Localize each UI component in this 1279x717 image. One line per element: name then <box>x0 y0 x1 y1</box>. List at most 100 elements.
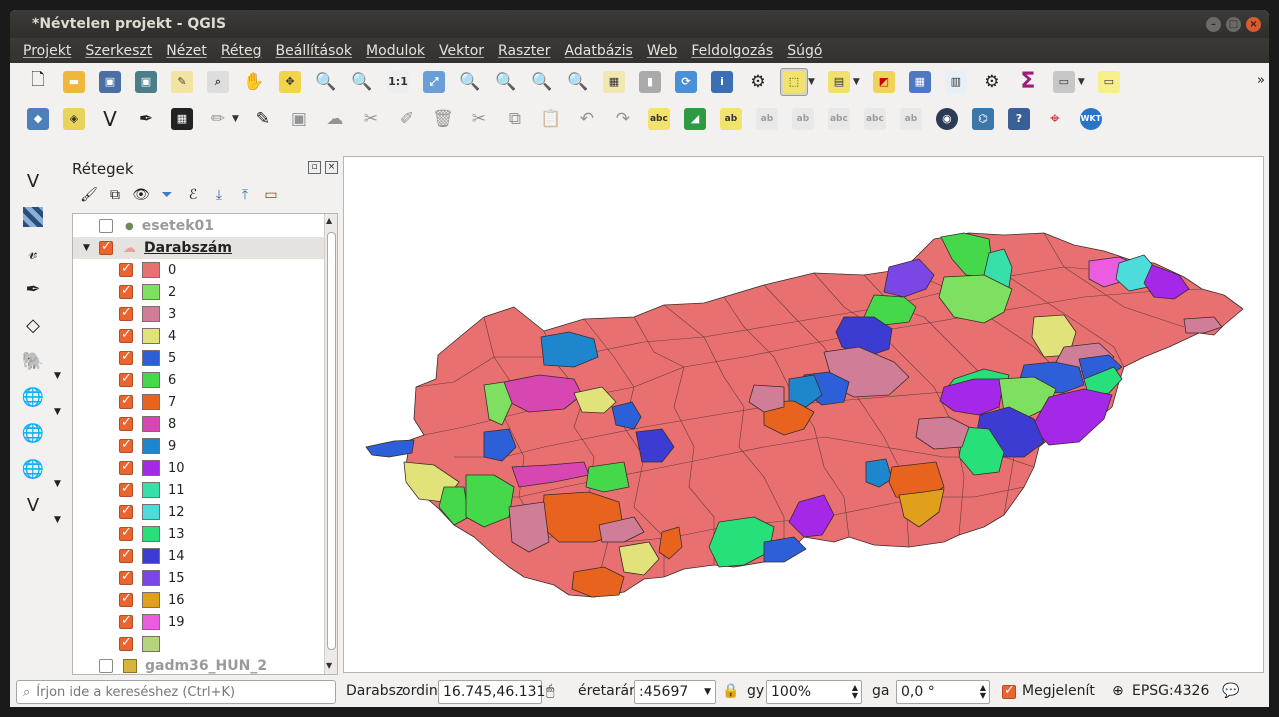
messages-icon[interactable]: 💬 <box>1222 683 1239 699</box>
coordinate-field[interactable]: 16.745,46.131 <box>438 680 545 704</box>
class-visibility-checkbox[interactable] <box>119 569 133 585</box>
delete-selected-icon[interactable]: 🗑 <box>429 105 457 133</box>
help-icon[interactable]: ? <box>1005 105 1033 133</box>
open-project-icon[interactable]: ▬ <box>60 68 88 96</box>
legend-class-row[interactable]: 7 <box>73 391 325 413</box>
add-group-icon[interactable]: ⧉ <box>104 187 126 203</box>
save-as-icon[interactable]: ▣ <box>132 68 160 96</box>
menu-feldolgozas[interactable]: Feldolgozás <box>684 43 780 59</box>
class-visibility-checkbox[interactable] <box>119 503 133 519</box>
chevron-down-icon[interactable]: ▼ <box>853 77 860 87</box>
legend-class-row[interactable]: 16 <box>73 589 325 611</box>
crs-label[interactable]: EPSG:4326 <box>1132 683 1209 699</box>
expand-toggle-icon[interactable]: ▼ <box>83 243 99 253</box>
class-visibility-checkbox[interactable] <box>119 591 133 607</box>
legend-class-row[interactable]: 11 <box>73 479 325 501</box>
coordinate-capture-icon[interactable]: ⌖ <box>1041 105 1069 133</box>
legend-class-row[interactable]: 6 <box>73 369 325 391</box>
layer-row[interactable]: ● esetek01 <box>73 215 325 237</box>
render-checkbox[interactable] <box>1002 683 1016 699</box>
close-panel-button[interactable]: × <box>325 161 338 174</box>
add-postgis-layer-icon[interactable]: 🐘 <box>18 347 48 375</box>
attribute-table-icon[interactable]: ▤ <box>825 68 853 96</box>
class-visibility-checkbox[interactable] <box>119 349 133 365</box>
zoom-to-selection-icon[interactable]: 🔍 <box>456 68 484 96</box>
action-icon[interactable]: ⚙ <box>744 68 772 96</box>
paste-features-icon[interactable]: 📋 <box>537 105 565 133</box>
float-panel-button[interactable]: ▫ <box>308 161 321 174</box>
class-visibility-checkbox[interactable] <box>119 437 133 453</box>
class-visibility-checkbox[interactable] <box>119 327 133 343</box>
rotation-field[interactable]: 0,0 ° ▲ ▼ <box>896 680 990 704</box>
filter-legend-icon[interactable]: ⏷ <box>156 187 178 203</box>
chevron-down-icon[interactable]: ▼ <box>232 114 239 124</box>
filter-expression-icon[interactable]: ℰ <box>182 187 204 203</box>
menu-sugo[interactable]: Súgó <box>780 43 829 59</box>
cut-features-icon[interactable]: ✂ <box>465 105 493 133</box>
layer-row[interactable]: gadm36_HUN_2 <box>73 655 325 674</box>
annotation-icon[interactable]: ▭ <box>1095 68 1123 96</box>
scroll-up-icon[interactable]: ▲ <box>326 216 332 225</box>
class-visibility-checkbox[interactable] <box>119 305 133 321</box>
zoom-next-icon[interactable]: 🔍 <box>564 68 592 96</box>
legend-class-row[interactable]: 0 <box>73 259 325 281</box>
hungary-choropleth-map[interactable] <box>344 157 1263 672</box>
maximize-button[interactable]: □ <box>1226 17 1241 32</box>
globe-plugin-icon[interactable]: ◉ <box>933 105 961 133</box>
sum-icon[interactable]: Σ <box>1014 68 1042 96</box>
legend-class-row[interactable]: 15 <box>73 567 325 589</box>
deselect-icon[interactable]: ◩ <box>870 68 898 96</box>
legend-class-row[interactable]: 4 <box>73 325 325 347</box>
settings-icon[interactable]: ⚙ <box>978 68 1006 96</box>
scroll-down-icon[interactable]: ▼ <box>326 661 332 670</box>
zoom-full-icon[interactable]: ⤢ <box>420 68 448 96</box>
chevron-down-icon[interactable]: ▼ <box>54 371 61 381</box>
spin-icon[interactable]: ▲ ▼ <box>980 684 986 700</box>
chevron-down-icon[interactable]: ▼ <box>808 77 815 87</box>
new-shapefile-layer-icon[interactable]: V <box>96 105 124 133</box>
undo-icon[interactable]: ↶ <box>573 105 601 133</box>
minimize-button[interactable]: – <box>1206 17 1221 32</box>
python-console-icon[interactable]: ⌬ <box>969 105 997 133</box>
chevron-down-icon[interactable]: ▼ <box>1078 77 1085 87</box>
menu-adatbazis[interactable]: Adatbázis <box>558 43 640 59</box>
new-virtual-layer-icon[interactable]: V <box>18 491 48 519</box>
label-tool-icon[interactable]: abc <box>645 105 673 133</box>
legend-class-row[interactable]: 12 <box>73 501 325 523</box>
class-visibility-checkbox[interactable] <box>119 393 133 409</box>
magnifier-field[interactable]: 100% ▲ ▼ <box>766 680 862 704</box>
class-visibility-checkbox[interactable] <box>119 283 133 299</box>
class-visibility-checkbox[interactable] <box>119 547 133 563</box>
chevron-down-icon[interactable]: ▼ <box>54 479 61 489</box>
new-temp-layer-icon[interactable]: ▦ <box>168 105 196 133</box>
menu-beallitasok[interactable]: Beállítások <box>269 43 360 59</box>
toggle-editing-icon[interactable]: ✎ <box>249 105 277 133</box>
close-button[interactable]: × <box>1246 17 1261 32</box>
class-visibility-checkbox[interactable] <box>119 613 133 629</box>
new-project-icon[interactable]: 🗋 <box>24 68 52 96</box>
label-highlight-icon[interactable]: ab <box>717 105 745 133</box>
refresh-icon[interactable]: ⟳ <box>672 68 700 96</box>
legend-class-row[interactable]: 14 <box>73 545 325 567</box>
expand-all-icon[interactable]: ⤓ <box>208 187 230 203</box>
zoom-to-layer-icon[interactable]: 🔍 <box>492 68 520 96</box>
digitize-icon[interactable]: ✒ <box>132 105 160 133</box>
layer-visibility-checkbox[interactable] <box>99 219 113 233</box>
legend-class-row[interactable]: 9 <box>73 435 325 457</box>
quickwkt-icon[interactable]: WKT <box>1077 105 1105 133</box>
lock-scale-icon[interactable]: 🔒 <box>722 683 739 699</box>
menu-vektor[interactable]: Vektor <box>432 43 491 59</box>
chevron-down-icon[interactable]: ▼ <box>54 407 61 417</box>
add-wfs-layer-icon[interactable]: 🌐 <box>18 455 48 483</box>
redo-icon[interactable]: ↷ <box>609 105 637 133</box>
zoom-in-icon[interactable]: 🔍 <box>312 68 340 96</box>
class-visibility-checkbox[interactable] <box>119 261 133 277</box>
save-project-icon[interactable]: ▣ <box>96 68 124 96</box>
legend-class-row[interactable]: 2 <box>73 281 325 303</box>
add-raster-layer-icon[interactable] <box>18 203 48 231</box>
style-manager-icon[interactable]: 🖌 <box>78 187 100 203</box>
menu-modulok[interactable]: Modulok <box>359 43 432 59</box>
copy-features-icon[interactable]: ⧉ <box>501 105 529 133</box>
class-visibility-checkbox[interactable] <box>119 481 133 497</box>
add-delimited-text-icon[interactable]: ✒ <box>18 275 48 303</box>
